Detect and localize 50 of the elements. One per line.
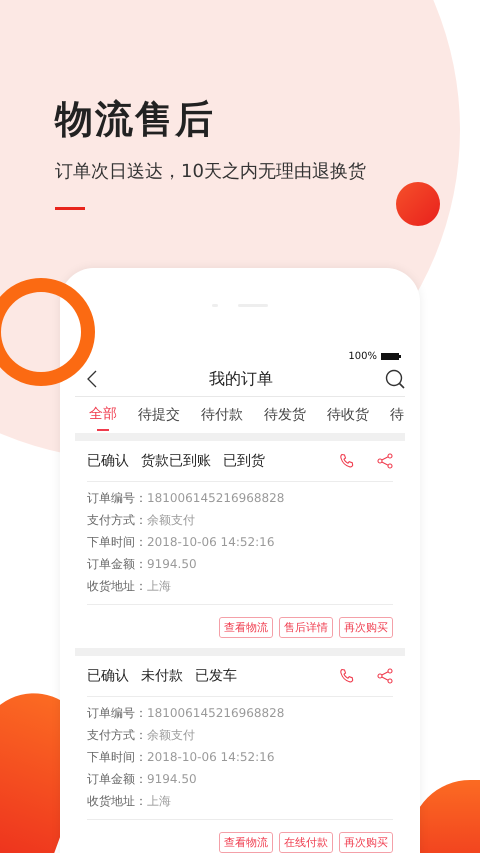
field-label: 支付方式： — [87, 512, 147, 529]
battery-level: 100% — [348, 351, 377, 362]
order-tab[interactable]: 全部 — [89, 397, 117, 433]
order-status: 货款已到账 — [141, 452, 211, 470]
battery-icon — [381, 353, 401, 360]
search-icon[interactable] — [385, 369, 405, 389]
order-tab[interactable]: 待 — [390, 397, 404, 433]
order-tab[interactable]: 待付款 — [201, 397, 243, 433]
share-icon[interactable] — [377, 668, 393, 684]
field-value: 181006145216968828 — [147, 705, 284, 722]
field-label: 支付方式： — [87, 727, 147, 744]
field-value: 9194.50 — [147, 771, 197, 788]
phone-icon[interactable] — [339, 453, 355, 469]
field-label: 下单时间： — [87, 749, 147, 766]
field-value: 上海 — [147, 793, 171, 810]
field-value: 2018-10-06 14:52:16 — [147, 749, 274, 766]
field-label: 订单金额： — [87, 556, 147, 573]
order-tab[interactable]: 待发货 — [264, 397, 306, 433]
field-value: 9194.50 — [147, 556, 197, 573]
order-action-button[interactable]: 售后详情 — [279, 617, 333, 638]
field-label: 订单编号： — [87, 490, 147, 507]
accent-bar — [55, 207, 85, 210]
back-icon[interactable] — [87, 370, 97, 388]
field-label: 订单编号： — [87, 705, 147, 722]
order-action-button[interactable]: 查看物流 — [219, 832, 273, 853]
order-action-button[interactable]: 再次购买 — [339, 832, 393, 853]
order-action-button[interactable]: 再次购买 — [339, 617, 393, 638]
field-label: 收货地址： — [87, 793, 147, 810]
subtitle: 订单次日送达，10天之内无理由退换货 — [55, 160, 366, 183]
field-label: 订单金额： — [87, 771, 147, 788]
order-action-button[interactable]: 查看物流 — [219, 617, 273, 638]
field-value: 余额支付 — [147, 727, 195, 744]
field-value: 上海 — [147, 578, 171, 595]
field-label: 收货地址： — [87, 578, 147, 595]
field-value: 余额支付 — [147, 512, 195, 529]
field-value: 181006145216968828 — [147, 490, 284, 507]
order-status: 未付款 — [141, 667, 183, 685]
order-status: 已确认 — [87, 667, 129, 685]
order-tab[interactable]: 待提交 — [138, 397, 180, 433]
order-tab[interactable]: 待收货 — [327, 397, 369, 433]
field-value: 2018-10-06 14:52:16 — [147, 534, 274, 551]
order-status: 已发车 — [195, 667, 237, 685]
phone-icon[interactable] — [339, 668, 355, 684]
order-action-button[interactable]: 在线付款 — [279, 832, 333, 853]
headline: 物流售后 — [55, 96, 216, 143]
field-label: 下单时间： — [87, 534, 147, 551]
order-status: 已确认 — [87, 452, 129, 470]
order-status: 已到货 — [223, 452, 265, 470]
share-icon[interactable] — [377, 453, 393, 469]
page-title: 我的订单 — [209, 368, 273, 390]
